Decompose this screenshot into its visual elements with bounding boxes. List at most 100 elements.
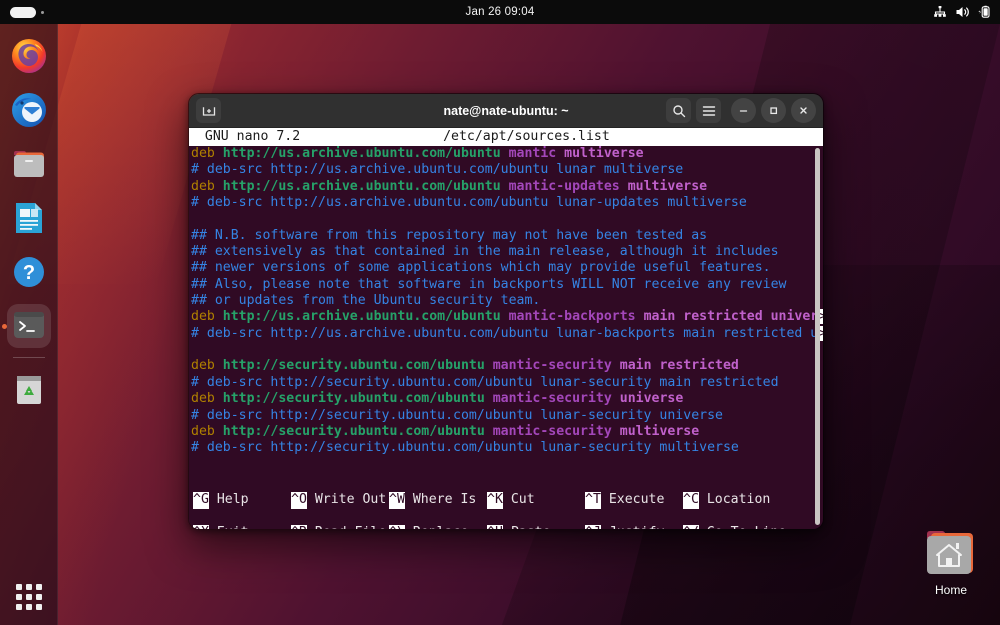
shortcut-label: Location <box>699 492 770 508</box>
code-line[interactable]: deb http://us.archive.ubuntu.com/ubuntu … <box>191 309 823 325</box>
thunderbird-icon <box>11 92 47 128</box>
code-line[interactable]: # deb-src http://security.ubuntu.com/ubu… <box>191 440 823 456</box>
shortcut-cut[interactable]: ^K Cut <box>487 492 535 508</box>
dock-item-help[interactable]: ? <box>7 250 51 294</box>
shortcut-read-file[interactable]: ^R Read File <box>291 525 386 529</box>
code-token <box>191 342 199 357</box>
code-token: multiverse <box>628 179 707 194</box>
battery-charging-icon <box>978 5 991 19</box>
shortcut-label: Execute <box>601 492 665 508</box>
shortcut-label: Go To Line <box>699 525 786 529</box>
shortcut-execute[interactable]: ^T Execute <box>585 492 664 508</box>
shortcut-replace[interactable]: ^\ Replace <box>389 525 468 529</box>
shortcut-justify[interactable]: ^J Justify <box>585 525 664 529</box>
volume-icon <box>955 5 970 19</box>
code-line[interactable] <box>191 457 823 473</box>
files-folder-icon <box>11 146 47 182</box>
code-line[interactable]: # deb-src http://security.ubuntu.com/ubu… <box>191 375 823 391</box>
code-token: # deb-src http://security.ubuntu.com/ubu… <box>191 375 779 390</box>
code-token: mantic-updates <box>509 179 628 194</box>
code-line[interactable]: ## extensively as that contained in the … <box>191 244 823 260</box>
code-line[interactable]: ## newer versions of some applications w… <box>191 260 823 276</box>
new-tab-button[interactable] <box>196 98 221 123</box>
close-button[interactable] <box>791 98 816 123</box>
code-line[interactable]: # deb-src http://us.archive.ubuntu.com/u… <box>191 162 823 178</box>
code-token: deb <box>191 424 223 439</box>
shortcut-row: ^G Help ^O Write Out^W Where Is ^K Cut ^T E… <box>189 492 823 508</box>
shortcut-where-is[interactable]: ^W Where Is <box>389 492 476 508</box>
libreoffice-writer-icon <box>11 200 47 236</box>
shortcut-key: ^X <box>193 525 209 529</box>
desktop-icon-home-label: Home <box>935 583 967 597</box>
code-token <box>191 457 199 472</box>
top-panel[interactable]: Jan 26 09:04 <box>0 0 1000 24</box>
code-token: deb <box>191 179 223 194</box>
minimize-icon <box>738 105 749 116</box>
panel-status-area[interactable] <box>933 5 991 19</box>
code-token: deb <box>191 391 223 406</box>
dock[interactable]: ? <box>0 24 58 625</box>
code-line[interactable] <box>191 342 823 358</box>
terminal-body[interactable]: GNU nano 7.2 /etc/apt/sources.list deb h… <box>189 128 823 529</box>
shortcut-location[interactable]: ^C Location <box>683 492 770 508</box>
dock-item-firefox[interactable] <box>7 34 51 78</box>
panel-clock[interactable]: Jan 26 09:04 <box>0 6 1000 18</box>
shortcut-label: Where Is <box>405 492 476 508</box>
shortcut-paste[interactable]: ^U Paste <box>487 525 551 529</box>
code-line[interactable]: # deb-src http://security.ubuntu.com/ubu… <box>191 408 823 424</box>
code-line[interactable]: # deb-src http://us.archive.ubuntu.com/u… <box>191 326 823 342</box>
running-indicator-dot <box>2 324 7 329</box>
code-line[interactable]: ## or updates from the Ubuntu security t… <box>191 293 823 309</box>
code-line[interactable] <box>191 473 823 489</box>
shortcut-key: ^J <box>585 525 601 529</box>
dock-item-files[interactable] <box>7 142 51 186</box>
search-icon <box>672 104 686 118</box>
code-line[interactable]: deb http://security.ubuntu.com/ubuntu ma… <box>191 358 823 374</box>
folder-home-icon <box>923 528 979 578</box>
code-token: ## or updates from the Ubuntu security t… <box>191 293 540 308</box>
code-token: http://us.archive.ubuntu.com/ubuntu <box>223 309 509 324</box>
shortcut-label: Replace <box>405 525 469 529</box>
shortcut-label: Cut <box>503 492 535 508</box>
code-line[interactable]: # deb-src http://us.archive.ubuntu.com/u… <box>191 195 823 211</box>
code-line[interactable]: deb http://security.ubuntu.com/ubuntu ma… <box>191 391 823 407</box>
code-line[interactable]: ## Also, please note that software in ba… <box>191 277 823 293</box>
apps-grid-dot <box>36 594 42 600</box>
dock-item-trash[interactable] <box>7 368 51 412</box>
code-token: main restricted univer <box>644 309 819 324</box>
shortcut-write-out[interactable]: ^O Write Out <box>291 492 386 508</box>
code-line[interactable] <box>191 211 823 227</box>
menu-button[interactable] <box>696 98 721 123</box>
code-token: mantic-backports <box>509 309 644 324</box>
code-line[interactable]: deb http://us.archive.ubuntu.com/ubuntu … <box>191 146 823 162</box>
minimize-button[interactable] <box>731 98 756 123</box>
shortcut-exit[interactable]: ^X Exit <box>193 525 249 529</box>
code-token: # deb-src http://security.ubuntu.com/ubu… <box>191 440 739 455</box>
shortcut-key: ^T <box>585 492 601 508</box>
shortcut-label: Paste <box>503 525 551 529</box>
terminal-window[interactable]: nate@nate-ubuntu: ~ <box>188 93 824 530</box>
search-button[interactable] <box>666 98 691 123</box>
desktop-icon-home[interactable]: Home <box>915 528 987 597</box>
scrollbar-thumb[interactable] <box>815 148 820 525</box>
shortcut-key: ^C <box>683 492 699 508</box>
maximize-icon <box>768 105 779 116</box>
code-line[interactable]: ## N.B. software from this repository ma… <box>191 228 823 244</box>
dock-item-thunderbird[interactable] <box>7 88 51 132</box>
code-token: ## N.B. software from this repository ma… <box>191 228 707 243</box>
window-titlebar[interactable]: nate@nate-ubuntu: ~ <box>189 94 823 128</box>
code-token: mantic-security <box>493 424 620 439</box>
maximize-button[interactable] <box>761 98 786 123</box>
code-token <box>191 473 199 488</box>
apps-grid-dot <box>16 584 22 590</box>
terminal-scrollbar[interactable] <box>814 148 821 525</box>
nano-editor-area[interactable]: deb http://us.archive.ubuntu.com/ubuntu … <box>189 146 823 492</box>
dock-item-libreoffice-writer[interactable] <box>7 196 51 240</box>
shortcut-help[interactable]: ^G Help <box>193 492 249 508</box>
show-applications-button[interactable] <box>15 583 43 611</box>
code-line[interactable]: deb http://security.ubuntu.com/ubuntu ma… <box>191 424 823 440</box>
dock-item-terminal[interactable] <box>7 304 51 348</box>
code-line[interactable]: deb http://us.archive.ubuntu.com/ubuntu … <box>191 179 823 195</box>
apps-grid-dot <box>26 584 32 590</box>
shortcut-go-to-line[interactable]: ^/ Go To Line <box>683 525 786 529</box>
